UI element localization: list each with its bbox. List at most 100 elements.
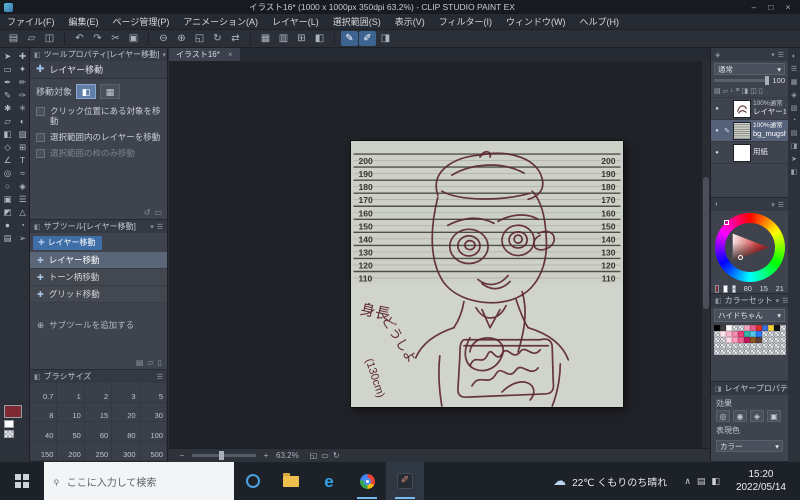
color-wheel[interactable] [714, 213, 785, 282]
rotate-reset-icon[interactable]: ↻ [333, 451, 340, 460]
menu-item[interactable]: 選択範囲(S) [326, 14, 388, 30]
cut-icon[interactable]: ✂ [107, 31, 124, 46]
symmetry-tool-icon[interactable]: △ [16, 206, 30, 219]
menu-item[interactable]: レイヤー(L) [265, 14, 326, 30]
new-folder-icon[interactable]: ▱ [723, 87, 728, 95]
cortana-button[interactable] [234, 462, 272, 500]
fit-screen-icon[interactable]: ◱ [191, 31, 208, 46]
panel-menu-icon[interactable]: ☰ [778, 51, 784, 59]
brush-tool-icon[interactable]: ✑ [16, 89, 30, 102]
ruler-tool-icon[interactable]: ∠ [1, 154, 15, 167]
brush-size-cell[interactable]: 50 [57, 422, 85, 442]
panel-menu-icon[interactable]: ☰ [157, 373, 163, 381]
copy-icon[interactable]: ▣ [125, 31, 142, 46]
text-tool-icon[interactable]: T [16, 154, 30, 167]
add-sub-tool-button[interactable]: ⊕ サブツールを追加する [30, 317, 167, 333]
layer-visibility-icon[interactable]: ● [713, 128, 721, 134]
sub-tool-header[interactable]: ◧ サブツール[レイヤー移動] ▾ ☰ [30, 220, 167, 233]
figure-tool-icon[interactable]: ◇ [1, 141, 15, 154]
tool-property-option[interactable]: 選択範囲内のレイヤーを移動 [36, 132, 161, 142]
layer-row[interactable]: ● 用紙 [711, 142, 788, 164]
menu-item[interactable]: アニメーション(A) [176, 14, 265, 30]
duplicate-sub-tool-icon[interactable]: ▱ [147, 358, 153, 367]
layer-row[interactable]: ● 100%通常 レイヤー1 [711, 98, 788, 120]
color-set-select[interactable]: ハイドちゃん ▾ [714, 309, 785, 322]
tone-effect-icon[interactable]: ◉ [733, 410, 747, 422]
transparent-color-swatch[interactable] [4, 430, 14, 438]
brush-size-cell[interactable]: 40 [30, 422, 58, 442]
watercolor-tool-icon[interactable]: ✱ [1, 102, 15, 115]
minimize-button[interactable]: – [746, 2, 762, 12]
pencil-tool-icon[interactable]: ✎ [1, 89, 15, 102]
color-history-dock-icon[interactable]: ◔ [792, 117, 796, 124]
rotate-view-icon[interactable]: ↻ [209, 31, 226, 46]
checkbox-icon[interactable] [36, 149, 45, 158]
intermediate-color-dock-icon[interactable]: ◈ [791, 91, 796, 99]
new-sub-tool-icon[interactable]: ▤ [136, 358, 144, 367]
brush-size-cell[interactable]: 0.7 [30, 383, 58, 403]
sub-tool-item[interactable]: ✚ トーン柄移動 [30, 269, 167, 286]
menu-item[interactable]: ページ管理(P) [106, 14, 177, 30]
zoom-in-button[interactable]: + [261, 451, 271, 460]
transparent-chip[interactable] [731, 284, 736, 293]
menu-item[interactable]: ウィンドウ(W) [499, 14, 573, 30]
brush-size-cell[interactable]: 5 [139, 383, 167, 403]
story-tool-icon[interactable]: ☰ [16, 193, 30, 206]
mask-icon[interactable]: ◨ [742, 87, 749, 95]
brush-size-cell[interactable]: 80 [112, 422, 140, 442]
fit-view-icon[interactable]: ◱ [310, 451, 318, 460]
canvas-drawing[interactable]: 200 200 190 190 180 180 170 170 160 160 150 150 140 1… [351, 141, 623, 407]
layer-thumbnail[interactable] [733, 121, 751, 140]
opacity-row[interactable]: 100 [711, 76, 788, 86]
delete-layer-icon[interactable]: ▯ [759, 87, 763, 95]
reset-tool-icon[interactable]: ↺ [144, 208, 151, 217]
brush-size-cell[interactable]: 150 [30, 441, 58, 461]
brush-size-cell[interactable]: 250 [84, 441, 113, 461]
brush-size-cell[interactable]: 15 [84, 402, 113, 422]
panel-menu-icon[interactable]: ☰ [157, 223, 163, 231]
redo-icon[interactable]: ↷ [89, 31, 106, 46]
delete-sub-tool-icon[interactable]: ▯ [158, 358, 162, 367]
weather-widget[interactable]: ☁ 22℃ くもりのち晴れ [543, 473, 677, 489]
layer-visibility-icon[interactable]: ● [713, 150, 721, 156]
selection-tool-icon[interactable]: ▭ [1, 63, 15, 76]
zoom-slider[interactable] [192, 451, 256, 460]
brush-size-cell[interactable]: 500 [139, 441, 167, 461]
zoom-tool-icon[interactable]: ○ [1, 180, 15, 193]
main-color-swatch[interactable] [3, 404, 23, 419]
sub-color-chip[interactable] [723, 284, 728, 293]
expression-color-select[interactable]: カラー ▾ [716, 440, 783, 452]
tool-property-option[interactable]: クリック位置にある対象を移動 [36, 106, 161, 126]
move-target-layer-button[interactable]: ◧ [76, 84, 97, 99]
close-button[interactable]: × [780, 2, 796, 12]
maximize-button[interactable]: □ [763, 2, 779, 12]
checkbox-icon[interactable] [36, 107, 45, 116]
layer-move-tool-icon[interactable]: ✚ [16, 50, 30, 63]
panel-collapse-icon[interactable]: ▾ [771, 201, 775, 209]
taskbar-search[interactable]: ⌕ ここに入力して検索 [44, 462, 234, 500]
open-file-icon[interactable]: ▱ [23, 31, 40, 46]
layer-property-header[interactable]: ◨ レイヤープロパティ ☰ [711, 382, 788, 395]
color-wheel-header[interactable]: ◐ ▾ ☰ [711, 198, 788, 211]
tone-tool-icon[interactable]: ◔ [16, 219, 30, 232]
file-explorer-button[interactable] [272, 462, 310, 500]
layer-panel-header[interactable]: ◈ ▾ ☰ [711, 48, 788, 61]
panel-collapse-icon[interactable]: ▾ [771, 51, 775, 59]
taskbar-clock[interactable]: 15:20 2022/05/14 [727, 468, 795, 495]
decoration-tool-icon[interactable]: ▣ [1, 193, 15, 206]
menu-item[interactable]: フィルター(I) [432, 14, 499, 30]
network-icon[interactable]: ▤ [697, 476, 706, 487]
brush-size-header[interactable]: ◧ ブラシサイズ ☰ [30, 370, 167, 383]
tool-navigator-dock-icon[interactable]: ➤ [791, 155, 797, 163]
save-icon[interactable]: ◫ [41, 31, 58, 46]
material-tool-icon[interactable]: ◈ [16, 180, 30, 193]
register-tool-icon[interactable]: ▭ [154, 208, 162, 217]
document-tab[interactable]: イラスト16* × [169, 48, 240, 61]
layer-dock-icon[interactable]: ▤ [791, 129, 798, 137]
snap-grid-icon[interactable]: ⊞ [293, 31, 310, 46]
move-target-all-button[interactable]: ▦ [100, 84, 121, 99]
fill-tool-icon[interactable]: ◧ [1, 128, 15, 141]
new-file-icon[interactable]: ▤ [5, 31, 22, 46]
zoom-out-icon[interactable]: ⊖ [155, 31, 172, 46]
clip-studio-button[interactable]: ✐ [386, 462, 424, 500]
